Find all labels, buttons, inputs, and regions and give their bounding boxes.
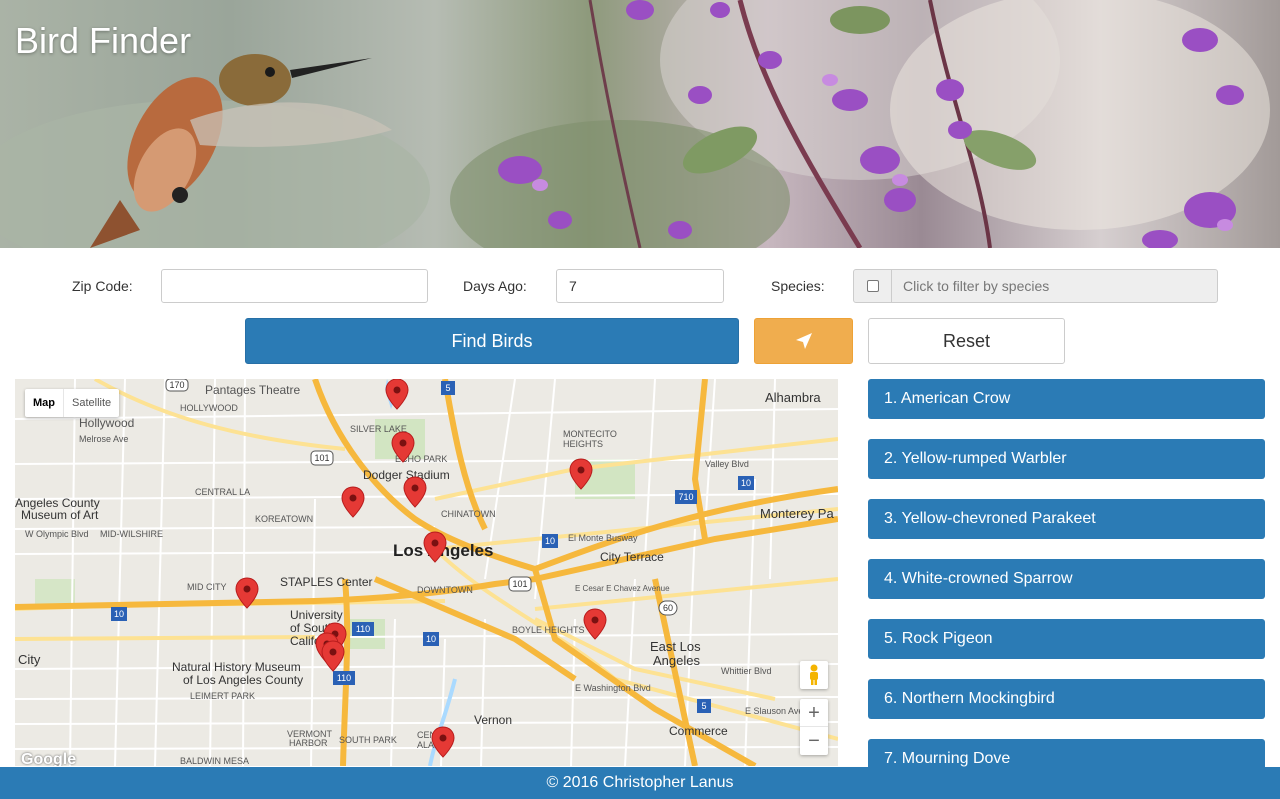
zoom-control[interactable]: + − — [800, 699, 828, 755]
species-filter[interactable]: Click to filter by species — [853, 269, 1218, 303]
bird-list-item[interactable]: 1. American Crow — [868, 379, 1265, 419]
map-type-satellite[interactable]: Satellite — [63, 389, 119, 417]
footer: © 2016 Christopher Lanus — [0, 767, 1280, 799]
map-type-map[interactable]: Map — [25, 389, 63, 417]
reset-button[interactable]: Reset — [868, 318, 1065, 364]
species-filter-placeholder[interactable]: Click to filter by species — [892, 270, 1049, 302]
map-marker-icon[interactable] — [391, 431, 415, 463]
zip-code-label: Zip Code: — [72, 278, 133, 294]
bird-list-item[interactable]: 4. White-crowned Sparrow — [868, 559, 1265, 599]
bird-map[interactable]: Pantages Theatre HOLLYWOOD Hollywood Mel… — [15, 379, 838, 766]
google-logo: Google — [21, 751, 77, 766]
map-marker-icon[interactable] — [431, 726, 455, 758]
find-birds-button[interactable]: Find Birds — [245, 318, 739, 364]
zoom-in-button[interactable]: + — [800, 699, 828, 727]
reset-label: Reset — [942, 330, 991, 351]
use-location-button[interactable] — [754, 318, 853, 364]
map-marker-icon[interactable] — [341, 486, 365, 518]
map-marker-icon[interactable] — [235, 577, 259, 609]
zoom-out-button[interactable]: − — [800, 727, 828, 755]
days-ago-label: Days Ago: — [463, 278, 527, 294]
find-birds-label: Find Birds — [451, 330, 533, 351]
zip-code-input[interactable] — [161, 269, 428, 303]
street-view-pegman[interactable] — [800, 661, 828, 689]
bird-list-item[interactable]: 2. Yellow-rumped Warbler — [868, 439, 1265, 479]
bird-list-item[interactable]: 3. Yellow-chevroned Parakeet — [868, 499, 1265, 539]
pegman-icon — [810, 664, 818, 685]
map-marker-icon[interactable] — [321, 640, 345, 672]
map-marker-icon[interactable] — [385, 379, 409, 410]
hero-banner: Bird Finder — [0, 0, 1280, 248]
hero-image — [0, 0, 1270, 248]
map-marker-icon[interactable] — [583, 608, 607, 640]
species-label: Species: — [771, 278, 825, 294]
bird-list: 1. American Crow 2. Yellow-rumped Warbler… — [868, 379, 1265, 799]
bird-list-item[interactable]: 5. Rock Pigeon — [868, 619, 1265, 659]
map-marker-icon[interactable] — [423, 531, 447, 563]
app-title: Bird Finder — [15, 20, 192, 61]
checkbox-square-icon — [866, 280, 879, 292]
bird-markers[interactable] — [15, 379, 838, 766]
map-marker-icon[interactable] — [569, 458, 593, 490]
map-type-control[interactable]: Map Satellite — [25, 389, 120, 417]
bird-list-item[interactable]: 6. Northern Mockingbird — [868, 679, 1265, 719]
days-ago-input[interactable] — [556, 269, 724, 303]
location-arrow-icon — [795, 333, 812, 349]
map-marker-icon[interactable] — [403, 476, 427, 508]
species-filter-checkbox[interactable] — [854, 270, 892, 302]
